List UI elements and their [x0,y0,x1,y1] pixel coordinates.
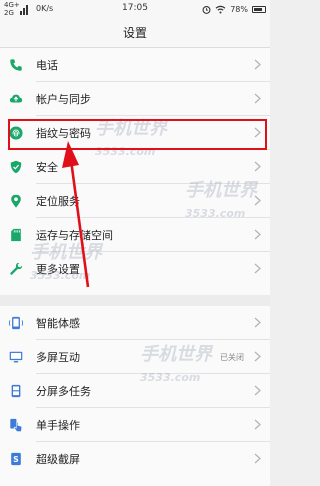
annotation-arrow-icon [62,141,90,288]
